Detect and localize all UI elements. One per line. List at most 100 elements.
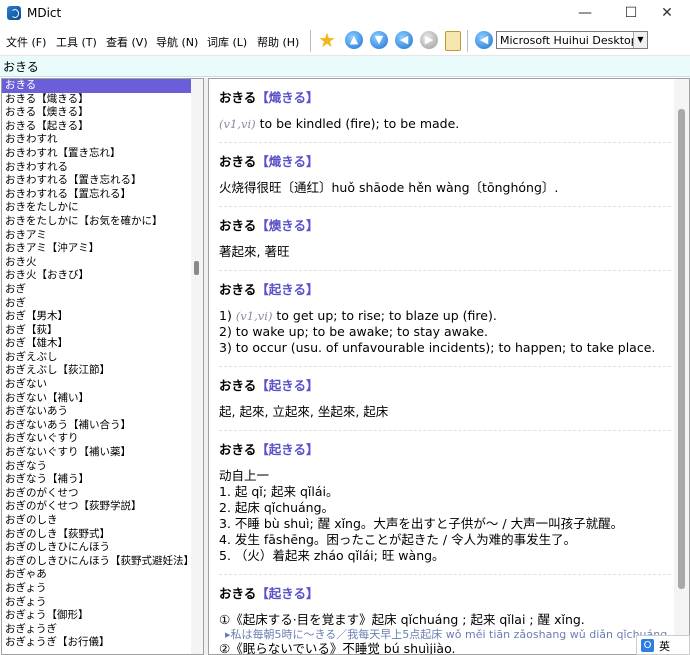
word-list-item[interactable]: おきアミ [2, 229, 191, 243]
close-button[interactable]: ✕ [644, 0, 690, 27]
word-list-pane: おきる おきる【熾きる】 おきる【燠きる】 おきる【起きる】 おきわすれ おきわすれ【置き… [1, 78, 204, 655]
definition-line: 3. 不睡 bù shuì; 醒 xǐng。大声を出すと子供が～ / 大声一叫孩… [219, 516, 671, 532]
word-list-item[interactable]: おきアミ【沖アミ】 [2, 242, 191, 256]
word-list-item[interactable]: おきわすれ【置き忘れ】 [2, 147, 191, 161]
word-list-item[interactable]: おぎないあう【補い合う】 [2, 419, 191, 433]
example-sentence: ▸私は毎朝5時に～きる／我每天早上5点起床 wǒ měi tiān zǎosha… [225, 628, 671, 641]
definition-body: 著起來, 著旺 [219, 244, 671, 260]
word-list-item[interactable]: おきわすれる【置忘れる】 [2, 188, 191, 202]
word-list-item[interactable]: おぎない [2, 378, 191, 392]
word-list-item[interactable]: おき火 [2, 256, 191, 270]
word-list-item[interactable]: おぎえぶし【荻江節】 [2, 364, 191, 378]
word-list-item[interactable]: おぎないぐすり [2, 432, 191, 446]
headword-kana: おきる [219, 586, 257, 601]
mdict-logo-icon [7, 6, 21, 20]
menu-help[interactable]: 帮助 (H) [257, 34, 299, 50]
definition-line: 2. 起床 qǐchuáng。 [219, 500, 671, 516]
definition-line: ①《起床する·目を覚ます》起床 qǐchuáng ; 起来 qǐlai ; 醒 … [219, 612, 671, 628]
back-icon[interactable]: ◀ [395, 31, 413, 49]
definition-body: 火烧得很旺〔通红〕huǒ shāode hěn wàng〔tōnghóng〕. [219, 180, 671, 196]
menu-tools[interactable]: 工具 (T) [56, 34, 97, 50]
word-list-item[interactable]: おきる【熾きる】 [2, 93, 191, 107]
word-list-item[interactable]: おぎのがくせつ [2, 487, 191, 501]
definition-line: 著起來, 著旺 [219, 244, 671, 260]
word-list-item[interactable]: おきる [2, 79, 191, 93]
word-list-item[interactable]: おぎえぶし [2, 351, 191, 365]
word-list-item[interactable]: おぎなう【補う】 [2, 473, 191, 487]
definition-line: 4. 发生 fāshēng。困ったことが起きた / 令人为难的事发生了。 [219, 532, 671, 548]
definition-line: 动自上一 [219, 468, 671, 484]
word-list-item[interactable]: おぎないあう [2, 405, 191, 419]
definition-line: 火烧得很旺〔通红〕huǒ shāode hěn wàng〔tōnghóng〕. [219, 180, 671, 196]
forward-icon[interactable]: ▶ [420, 31, 438, 49]
word-list-item[interactable]: おきをたしかに【お気を確かに】 [2, 215, 191, 229]
definition-entry: おきる【熾きる】火烧得很旺〔通红〕huǒ shāode hěn wàng〔tōn… [219, 151, 671, 207]
word-list-item[interactable]: おぎ [2, 297, 191, 311]
definition-line: 2) to wake up; to be awake; to stay awak… [219, 324, 671, 340]
word-list-item[interactable]: おき火【おきび】 [2, 269, 191, 283]
scrollbar-thumb[interactable] [194, 261, 199, 275]
word-list-item[interactable]: おぎょう [2, 582, 191, 596]
ime-indicator[interactable]: O 英 [636, 635, 690, 655]
menu-navigate[interactable]: 导航 (N) [156, 34, 198, 50]
scrollbar-thumb[interactable] [678, 109, 685, 589]
word-list[interactable]: おきる おきる【熾きる】 おきる【燠きる】 おきる【起きる】 おきわすれ おきわすれ【置き… [2, 79, 191, 650]
star-icon[interactable]: ★ [318, 29, 336, 51]
down-arrow-icon[interactable]: ▼ [370, 31, 388, 49]
up-arrow-icon[interactable]: ▲ [345, 31, 363, 49]
definition-scrollbar[interactable] [674, 79, 689, 654]
word-list-item[interactable]: おぎ【荻】 [2, 324, 191, 338]
search-input[interactable] [3, 58, 683, 74]
word-list-item[interactable]: おぎないぐすり【補い薬】 [2, 446, 191, 460]
word-list-item[interactable]: おきをたしかに [2, 201, 191, 215]
word-list-item[interactable]: おぎょう [2, 596, 191, 610]
headword-kana: おきる [219, 282, 257, 297]
clipboard-icon[interactable] [445, 31, 461, 51]
definition-line: 5. （火）着起来 zháo qǐlái; 旺 wàng。 [219, 548, 671, 564]
definition-entry: おきる【起きる】 1) (v1,vi) to get up; to rise; t… [219, 279, 671, 367]
menu-file[interactable]: 文件 (F) [6, 34, 46, 50]
definition-text: ①《起床する·目を覚ます》起床 qǐchuáng ; 起来 qǐlai ; 醒 … [219, 612, 585, 627]
definition-text: ②《眠らないでいる》不睡觉 bú shuìjiào. [219, 641, 456, 655]
word-list-scrollbar[interactable] [191, 79, 203, 654]
word-list-item[interactable]: おぎなう [2, 460, 191, 474]
headword-kanji: 【起きる】 [256, 282, 319, 297]
window-title: MDict [27, 6, 62, 20]
word-list-item[interactable]: おぎゃあ [2, 568, 191, 582]
headword-kanji: 【燠きる】 [256, 218, 319, 233]
audio-icon[interactable]: ◀ [475, 31, 493, 49]
chevron-down-icon[interactable]: ▼ [633, 32, 647, 48]
word-list-item[interactable]: おぎ【雄木】 [2, 337, 191, 351]
definition-entry: おきる【起きる】 起, 起來, 立起來, 坐起來, 起床 [219, 375, 671, 431]
definition-text: 动自上一 [219, 468, 270, 483]
definition-text: 火烧得很旺〔通红〕huǒ shāode hěn wàng〔tōnghóng〕. [219, 180, 559, 195]
word-list-item[interactable]: おぎのしき [2, 514, 191, 528]
entry-headword: おきる【起きる】 [219, 439, 671, 458]
title-bar: MDict — ☐ ✕ [0, 0, 690, 27]
menu-dictionary[interactable]: 词库 (L) [207, 34, 247, 50]
word-list-item[interactable]: おきわすれ [2, 133, 191, 147]
menu-view[interactable]: 查看 (V) [106, 34, 148, 50]
ime-language-label: 英 [659, 640, 670, 653]
ime-icon: O [641, 639, 654, 652]
word-list-item[interactable]: おきる【起きる】 [2, 120, 191, 134]
word-list-item[interactable]: おぎょう【御形】 [2, 609, 191, 623]
word-list-item[interactable]: おぎょうぎ【お行儀】 [2, 636, 191, 650]
entry-headword: おきる【起きる】 [219, 583, 671, 602]
word-list-item[interactable]: おきわすれる【置き忘れる】 [2, 174, 191, 188]
word-list-item[interactable]: おぎのしき【荻野式】 [2, 528, 191, 542]
word-list-item[interactable]: おぎ [2, 283, 191, 297]
headword-kana: おきる [219, 154, 257, 169]
word-list-item[interactable]: おぎない【補い】 [2, 392, 191, 406]
headword-kana: おきる [219, 378, 257, 393]
word-list-item[interactable]: おきる【燠きる】 [2, 106, 191, 120]
minimize-button[interactable]: — [562, 0, 608, 27]
dictionary-select[interactable]: Microsoft Huihui Desktop - ▼ [496, 31, 648, 49]
word-list-item[interactable]: おぎ【男木】 [2, 310, 191, 324]
headword-kanji: 【熾きる】 [256, 154, 319, 169]
word-list-item[interactable]: おぎのがくせつ【荻野学説】 [2, 500, 191, 514]
word-list-item[interactable]: おぎのしきひにんほう【荻野式避妊法】 [2, 555, 191, 569]
word-list-item[interactable]: おぎのしきひにんほう [2, 541, 191, 555]
word-list-item[interactable]: おきわすれる [2, 161, 191, 175]
word-list-item[interactable]: おぎょうぎ [2, 623, 191, 637]
